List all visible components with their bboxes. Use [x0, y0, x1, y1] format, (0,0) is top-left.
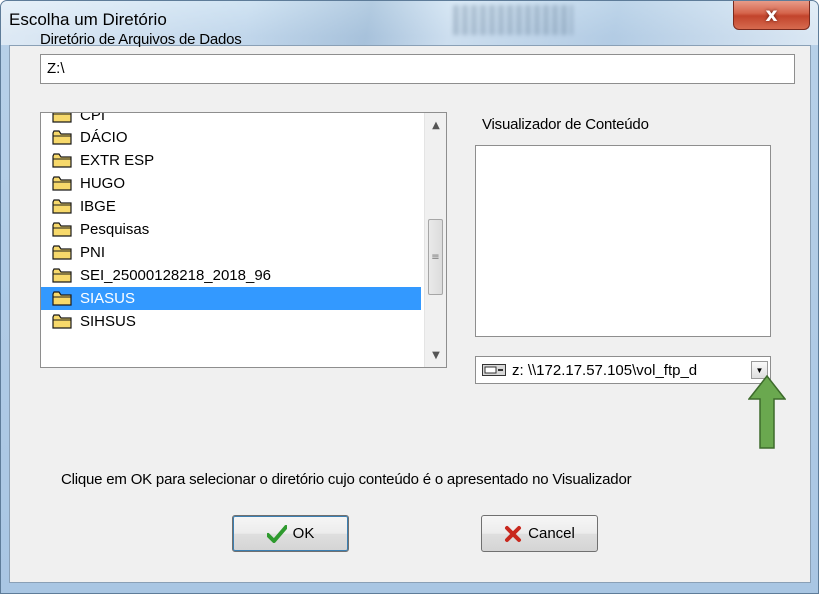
- folder-item[interactable]: DÁCIO: [41, 126, 424, 149]
- green-arrow-icon: [748, 375, 786, 449]
- background-window-ghost: [453, 5, 573, 35]
- instruction-text: Clique em OK para selecionar o diretório…: [61, 471, 632, 488]
- folder-item-label: CPI: [80, 112, 106, 124]
- folder-item-label: PNI: [80, 244, 106, 261]
- folder-item-label: EXTR ESP: [80, 152, 155, 169]
- folder-items: CPI DÁCIO EXTR ESP HUGO IBGE Pesquisas PNI SEI_…: [41, 113, 424, 333]
- close-button[interactable]: x: [733, 1, 810, 30]
- cancel-button-label: Cancel: [528, 525, 575, 542]
- folder-item-label: DÁCIO: [80, 129, 128, 146]
- folder-item-label: SIASUS: [80, 290, 136, 307]
- path-label: Diretório de Arquivos de Dados: [40, 31, 242, 48]
- folder-item-label: HUGO: [80, 175, 125, 192]
- window-title: Escolha um Diretório: [9, 10, 167, 29]
- folder-list[interactable]: CPI DÁCIO EXTR ESP HUGO IBGE Pesquisas PNI SEI_…: [40, 112, 447, 368]
- cancel-button[interactable]: Cancel: [481, 515, 598, 552]
- red-x-icon: [505, 525, 522, 542]
- drive-select-value: z: \\172.17.57.105\vol_ftp_d: [512, 361, 698, 379]
- folder-item-label: SEI_25000128218_2018_96: [80, 267, 272, 284]
- folder-item-label: SIHSUS: [80, 313, 136, 330]
- dialog-window: Escolha um Diretório x Diretório de Arqu…: [0, 0, 819, 594]
- folder-item[interactable]: HUGO: [41, 172, 424, 195]
- folder-item[interactable]: SIHSUS: [41, 310, 424, 333]
- checkmark-icon: [266, 524, 287, 543]
- folder-icon: [52, 130, 72, 145]
- folder-item[interactable]: SEI_25000128218_2018_96: [41, 264, 424, 287]
- folder-item[interactable]: SIASUS: [41, 287, 421, 310]
- folder-item[interactable]: PNI: [41, 241, 424, 264]
- content-preview-box: [475, 145, 771, 337]
- folder-icon: [52, 153, 72, 168]
- folder-item-label: IBGE: [80, 198, 116, 215]
- folder-item[interactable]: IBGE: [41, 195, 424, 218]
- drive-select[interactable]: z: \\172.17.57.105\vol_ftp_d ▼: [475, 356, 771, 384]
- scroll-up-arrow-icon[interactable]: ▲: [425, 115, 446, 135]
- folder-icon: [52, 245, 72, 260]
- folder-icon: [52, 176, 72, 191]
- folder-list-scrollbar[interactable]: ▲ ≡ ▼: [424, 113, 446, 367]
- preview-label: Visualizador de Conteúdo: [482, 116, 649, 133]
- close-icon: x: [765, 3, 778, 26]
- folder-icon: [52, 268, 72, 283]
- folder-icon: [52, 291, 72, 306]
- ok-button[interactable]: OK: [232, 515, 349, 552]
- folder-icon: [52, 113, 72, 123]
- folder-item[interactable]: EXTR ESP: [41, 149, 424, 172]
- folder-icon: [52, 199, 72, 214]
- path-input[interactable]: Z:\: [40, 54, 795, 84]
- scroll-down-arrow-icon[interactable]: ▼: [425, 345, 446, 365]
- ok-button-label: OK: [292, 525, 315, 542]
- scroll-thumb[interactable]: ≡: [428, 219, 443, 295]
- folder-icon: [52, 222, 72, 237]
- network-drive-icon: [482, 364, 506, 376]
- folder-item[interactable]: CPI: [41, 112, 424, 126]
- folder-item-label: Pesquisas: [80, 221, 150, 238]
- folder-item[interactable]: Pesquisas: [41, 218, 424, 241]
- folder-icon: [52, 314, 72, 329]
